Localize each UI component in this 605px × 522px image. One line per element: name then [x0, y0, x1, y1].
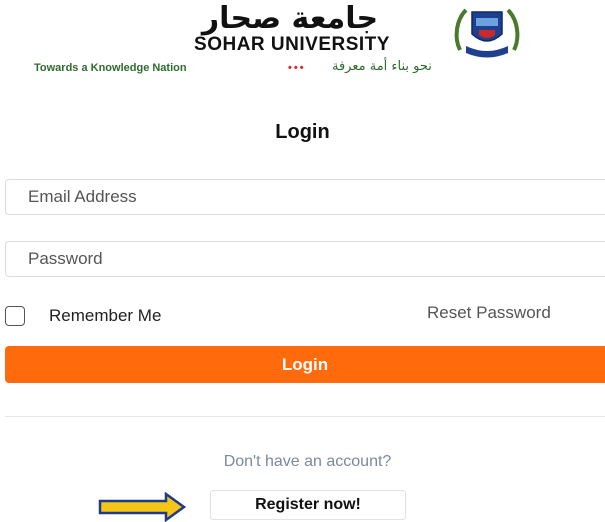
remember-me-checkbox[interactable] — [5, 306, 25, 326]
tagline-dots: ••• — [288, 62, 306, 74]
tagline: Towards a Knowledge Nation — [34, 62, 187, 74]
university-emblem-icon — [454, 8, 520, 58]
university-arabic-name: جامعة صحار — [201, 1, 379, 36]
remember-me-label[interactable]: Remember Me — [49, 306, 161, 326]
login-button[interactable]: Login — [5, 346, 605, 383]
register-button[interactable]: Register now! — [210, 490, 406, 520]
tagline-arabic: نحو بناء أمة معرفة — [332, 59, 432, 74]
reset-password-link[interactable]: Reset Password — [427, 303, 551, 323]
password-field[interactable] — [5, 241, 605, 277]
page-title: Login — [275, 121, 330, 143]
university-name: SOHAR UNIVERSITY — [194, 34, 390, 55]
arrow-right-icon — [98, 492, 187, 522]
divider — [5, 416, 605, 417]
university-logo-header: جامعة صحار SOHAR UNIVERSITY Towards a Kn… — [0, 0, 605, 80]
remember-row: Remember Me Reset Password — [5, 303, 605, 327]
email-field[interactable] — [5, 179, 605, 215]
no-account-text: Don't have an account? — [223, 453, 392, 470]
